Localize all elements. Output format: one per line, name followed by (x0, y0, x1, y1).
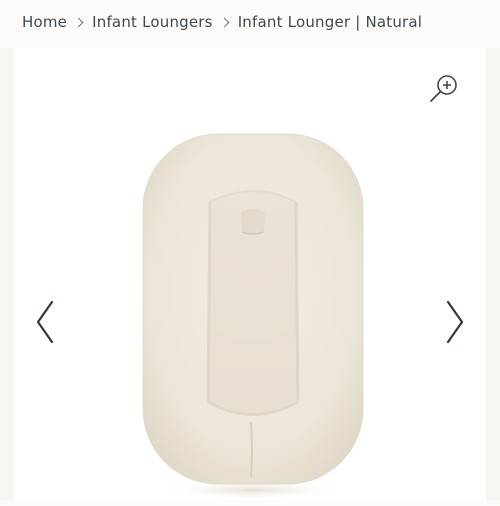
breadcrumb: Home Infant Loungers Infant Lounger | Na… (22, 13, 422, 31)
infant-lounger-product-image (138, 132, 368, 502)
chevron-right-icon[interactable] (442, 298, 466, 346)
breadcrumb-infant-loungers-link[interactable]: Infant Loungers (92, 13, 213, 31)
chevron-left-icon[interactable] (34, 298, 58, 346)
zoom-in-icon[interactable] (428, 73, 460, 105)
breadcrumb-current-page: Infant Lounger | Natural (237, 13, 423, 31)
gallery-right-edge (486, 48, 500, 500)
chevron-right-separator-icon (219, 17, 230, 27)
product-image-gallery (0, 48, 500, 500)
chevron-right-separator-icon (73, 17, 84, 27)
gallery-left-edge (0, 48, 14, 500)
breadcrumb-home-link[interactable]: Home (22, 13, 67, 31)
